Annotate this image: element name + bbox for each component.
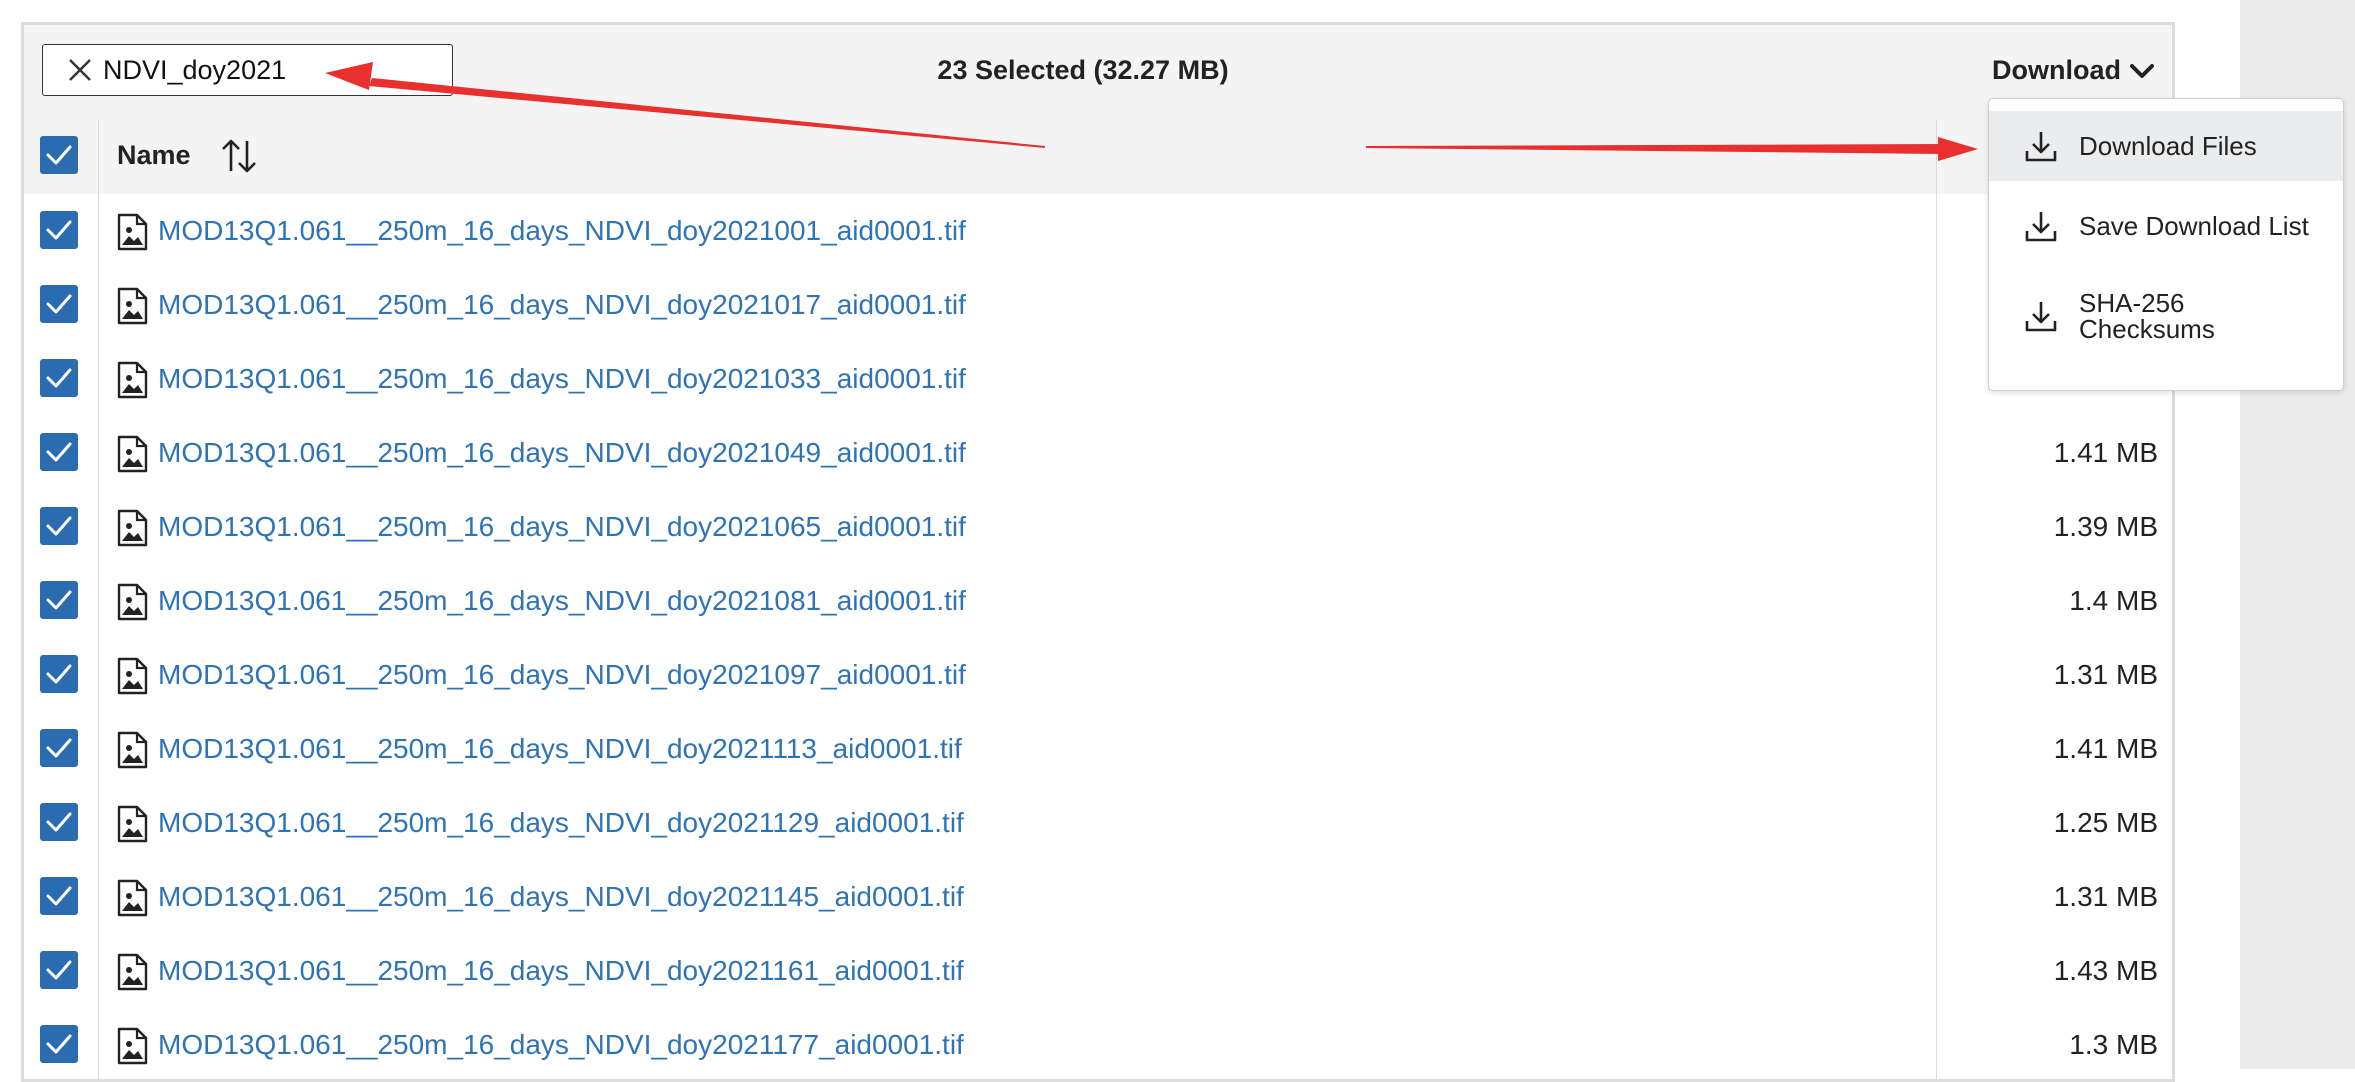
file-link[interactable]: MOD13Q1.061__250m_16_days_NDVI_doy202108… — [158, 585, 966, 617]
row-checkbox[interactable] — [40, 951, 78, 989]
table-row: MOD13Q1.061__250m_16_days_NDVI_doy202101… — [24, 268, 2172, 343]
row-checkbox[interactable] — [40, 877, 78, 915]
image-file-icon — [117, 213, 148, 251]
menu-item-save-download-list[interactable]: Save Download List — [1989, 191, 2343, 261]
checkmark-icon — [46, 664, 72, 684]
checkmark-icon — [46, 145, 72, 165]
file-link[interactable]: MOD13Q1.061__250m_16_days_NDVI_doy202114… — [158, 881, 964, 913]
file-list-panel: NDVI_doy2021 23 Selected (32.27 MB) Down… — [21, 22, 2175, 1082]
table-row: MOD13Q1.061__250m_16_days_NDVI_doy202114… — [24, 860, 2172, 935]
image-file-icon — [117, 287, 148, 325]
table-row: MOD13Q1.061__250m_16_days_NDVI_doy202108… — [24, 564, 2172, 639]
table-row: MOD13Q1.061__250m_16_days_NDVI_doy202116… — [24, 934, 2172, 1009]
file-link[interactable]: MOD13Q1.061__250m_16_days_NDVI_doy202101… — [158, 289, 966, 321]
file-size: 1.39 MB — [2053, 511, 2158, 542]
row-checkbox[interactable] — [40, 359, 78, 397]
download-icon — [2025, 132, 2057, 162]
image-file-icon — [117, 361, 148, 399]
menu-item-label: SHA-256 Checksums — [2079, 288, 2215, 344]
file-size: 1.4 MB — [2069, 585, 2158, 616]
row-checkbox[interactable] — [40, 1025, 78, 1063]
checkmark-icon — [46, 812, 72, 832]
checkmark-icon — [46, 368, 72, 388]
checkmark-icon — [46, 516, 72, 536]
image-file-icon — [117, 953, 148, 991]
image-file-icon — [117, 805, 148, 843]
file-link[interactable]: MOD13Q1.061__250m_16_days_NDVI_doy202104… — [158, 437, 966, 469]
table-row: MOD13Q1.061__250m_16_days_NDVI_doy202117… — [24, 1008, 2172, 1079]
checkmark-icon — [46, 220, 72, 240]
file-link[interactable]: MOD13Q1.061__250m_16_days_NDVI_doy202111… — [158, 733, 962, 765]
download-dropdown-button[interactable]: Download — [1992, 55, 2155, 86]
table-row: MOD13Q1.061__250m_16_days_NDVI_doy202103… — [24, 342, 2172, 417]
file-link[interactable]: MOD13Q1.061__250m_16_days_NDVI_doy202100… — [158, 215, 966, 247]
sort-icon[interactable] — [220, 137, 258, 175]
menu-item-label: Save Download List — [2079, 211, 2309, 241]
file-link[interactable]: MOD13Q1.061__250m_16_days_NDVI_doy202106… — [158, 511, 966, 543]
image-file-icon — [117, 435, 148, 473]
table-row: MOD13Q1.061__250m_16_days_NDVI_doy202100… — [24, 194, 2172, 269]
row-checkbox[interactable] — [40, 211, 78, 249]
file-size: 1.31 MB — [2053, 881, 2158, 912]
table-row: MOD13Q1.061__250m_16_days_NDVI_doy202104… — [24, 416, 2172, 491]
row-checkbox[interactable] — [40, 507, 78, 545]
row-checkbox[interactable] — [40, 655, 78, 693]
row-checkbox[interactable] — [40, 285, 78, 323]
download-icon — [2025, 302, 2057, 332]
file-size: 1.43 MB — [2053, 955, 2158, 986]
checkmark-icon — [46, 590, 72, 610]
menu-item-label: Download Files — [2079, 131, 2257, 161]
file-link[interactable]: MOD13Q1.061__250m_16_days_NDVI_doy202109… — [158, 659, 966, 691]
row-checkbox[interactable] — [40, 729, 78, 767]
checkmark-icon — [46, 442, 72, 462]
checkmark-icon — [46, 738, 72, 758]
name-column-header[interactable]: Name — [117, 140, 191, 171]
file-link[interactable]: MOD13Q1.061__250m_16_days_NDVI_doy202117… — [158, 1029, 964, 1061]
file-list-toolbar: NDVI_doy2021 23 Selected (32.27 MB) Down… — [24, 25, 2172, 121]
chevron-down-icon — [2130, 63, 2154, 78]
row-checkbox[interactable] — [40, 581, 78, 619]
download-dropdown-label: Download — [1992, 55, 2121, 85]
image-file-icon — [117, 509, 148, 547]
download-icon — [2025, 212, 2057, 242]
image-file-icon — [117, 657, 148, 695]
checkmark-icon — [46, 294, 72, 314]
download-menu: Download Files Save Download List SHA-25… — [1988, 98, 2344, 391]
column-divider — [98, 120, 99, 1079]
table-header: Name — [24, 120, 2172, 196]
file-link[interactable]: MOD13Q1.061__250m_16_days_NDVI_doy202103… — [158, 363, 966, 395]
table-row: MOD13Q1.061__250m_16_days_NDVI_doy202111… — [24, 712, 2172, 787]
table-row: MOD13Q1.061__250m_16_days_NDVI_doy202112… — [24, 786, 2172, 861]
row-checkbox[interactable] — [40, 433, 78, 471]
column-divider — [1936, 120, 1937, 1079]
file-size: 1.41 MB — [2053, 733, 2158, 764]
file-size: 1.31 MB — [2053, 659, 2158, 690]
file-size: 1.25 MB — [2053, 807, 2158, 838]
file-size: 1.41 MB — [2053, 437, 2158, 468]
table-row: MOD13Q1.061__250m_16_days_NDVI_doy202109… — [24, 638, 2172, 713]
image-file-icon — [117, 879, 148, 917]
image-file-icon — [117, 1027, 148, 1065]
select-all-checkbox[interactable] — [40, 136, 78, 174]
selection-summary: 23 Selected (32.27 MB) — [937, 55, 1229, 85]
checkmark-icon — [46, 1034, 72, 1054]
file-link[interactable]: MOD13Q1.061__250m_16_days_NDVI_doy202116… — [158, 955, 964, 987]
file-size: 1.3 MB — [2069, 1029, 2158, 1060]
row-checkbox[interactable] — [40, 803, 78, 841]
checkmark-icon — [46, 960, 72, 980]
table-row: MOD13Q1.061__250m_16_days_NDVI_doy202106… — [24, 490, 2172, 565]
image-file-icon — [117, 731, 148, 769]
menu-item-sha256-checksums[interactable]: SHA-256 Checksums — [1989, 271, 2343, 361]
image-file-icon — [117, 583, 148, 621]
menu-item-download-files[interactable]: Download Files — [1989, 111, 2343, 181]
file-link[interactable]: MOD13Q1.061__250m_16_days_NDVI_doy202112… — [158, 807, 964, 839]
checkmark-icon — [46, 886, 72, 906]
